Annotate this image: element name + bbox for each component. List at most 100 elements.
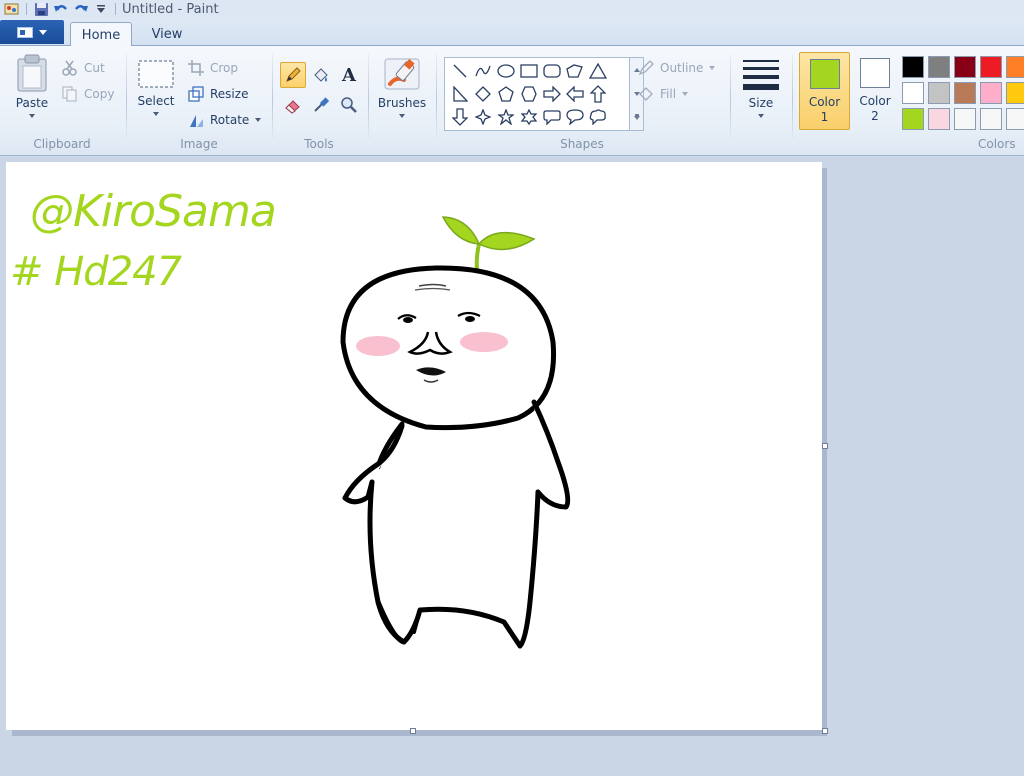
save-icon[interactable] — [31, 0, 51, 18]
up-arrow-shape[interactable] — [586, 82, 609, 105]
palette-color-swatch[interactable] — [980, 108, 1002, 130]
canvas-resize-handle-bottom[interactable] — [410, 728, 416, 734]
four-point-star-shape-icon — [474, 108, 491, 125]
text-tool-icon: A — [342, 64, 356, 86]
tools-grid: A — [280, 62, 362, 118]
palette-color-swatch[interactable] — [1006, 82, 1024, 104]
paste-icon — [17, 54, 47, 92]
palette-color-swatch[interactable] — [902, 56, 924, 78]
color-1-button[interactable]: Color 1 — [799, 52, 850, 130]
resize-button[interactable]: Resize — [188, 84, 248, 104]
eyedropper-icon — [314, 97, 330, 112]
oval-callout-shape[interactable] — [563, 105, 586, 128]
palette-color-swatch[interactable] — [928, 108, 950, 130]
rectangle-shape-icon — [519, 63, 538, 78]
canvas-resize-handle-right[interactable] — [822, 443, 828, 449]
clipboard-group: Paste Cut Copy Clipboard — [0, 50, 124, 154]
pentagon-shape-icon — [497, 85, 514, 102]
brushes-group: Brushes — [370, 50, 434, 154]
cloud-callout-shape[interactable] — [586, 105, 609, 128]
palette-color-swatch[interactable] — [902, 108, 924, 130]
curve-shape-icon — [474, 65, 491, 76]
text-tool[interactable]: A — [336, 62, 362, 88]
fill-tool[interactable] — [308, 62, 334, 88]
copy-label: Copy — [84, 87, 115, 101]
crop-button[interactable]: Crop — [188, 58, 238, 78]
line-shape[interactable] — [448, 59, 471, 82]
polygon-shape-icon — [565, 63, 583, 78]
triangle-shape[interactable] — [586, 59, 609, 82]
select-rectangle-icon — [138, 60, 174, 88]
palette-color-swatch[interactable] — [980, 56, 1002, 78]
toolbar-separator — [26, 3, 27, 15]
six-point-star-shape-icon — [520, 108, 537, 125]
right-triangle-shape-icon — [452, 85, 468, 102]
tools-group-label: Tools — [304, 137, 334, 151]
oval-shape-icon — [496, 63, 515, 78]
copy-icon — [62, 86, 77, 102]
diamond-shape[interactable] — [471, 82, 494, 105]
rotate-button[interactable]: Rotate — [188, 110, 262, 130]
canvas-resize-handle-corner[interactable] — [822, 728, 828, 734]
rectangle-shape[interactable] — [517, 59, 540, 82]
select-button[interactable]: Select — [134, 58, 178, 116]
right-arrow-shape[interactable] — [540, 82, 563, 105]
tab-home[interactable]: Home — [70, 22, 132, 47]
paste-button[interactable]: Paste — [10, 54, 54, 118]
shapes-group-label: Shapes — [560, 137, 604, 151]
pentagon-shape[interactable] — [494, 82, 517, 105]
group-separator — [126, 54, 127, 146]
pencil-tool[interactable] — [280, 62, 306, 88]
copy-button[interactable]: Copy — [62, 84, 114, 104]
ribbon-tab-strip: Home View — [0, 18, 1024, 47]
customize-toolbar-icon[interactable] — [91, 0, 111, 18]
tab-view[interactable]: View — [138, 22, 196, 47]
size-button[interactable]: Size — [738, 56, 784, 118]
palette-color-swatch[interactable] — [902, 82, 924, 104]
expand-gallery-icon[interactable] — [633, 116, 640, 120]
five-point-star-shape[interactable] — [494, 105, 517, 128]
color-picker-tool[interactable] — [308, 92, 334, 118]
rotate-label: Rotate — [210, 113, 250, 127]
undo-icon[interactable] — [51, 0, 71, 18]
drawing-canvas[interactable]: @KiroSama # Hd247 — [6, 162, 822, 730]
palette-color-swatch[interactable] — [928, 56, 950, 78]
image-group-label: Image — [180, 137, 218, 151]
palette-color-swatch[interactable] — [954, 56, 976, 78]
left-arrow-shape[interactable] — [563, 82, 586, 105]
tools-group: A Tools — [272, 50, 366, 154]
brushes-button[interactable]: Brushes — [376, 56, 428, 118]
workspace[interactable]: @KiroSama # Hd247 — [0, 157, 1024, 776]
magnifier-icon — [341, 97, 357, 113]
redo-icon[interactable] — [71, 0, 91, 18]
rounded-rectangle-shape[interactable] — [540, 59, 563, 82]
outline-button[interactable]: Outline — [638, 58, 716, 78]
palette-color-swatch[interactable] — [928, 82, 950, 104]
color-1-label: Color 1 — [808, 95, 841, 124]
magnifier-tool[interactable] — [336, 92, 362, 118]
curve-shape[interactable] — [471, 59, 494, 82]
down-arrow-shape[interactable] — [448, 105, 471, 128]
palette-color-swatch[interactable] — [980, 82, 1002, 104]
eraser-tool[interactable] — [280, 92, 306, 118]
oval-shape[interactable] — [494, 59, 517, 82]
paint-app-icon[interactable] — [2, 0, 22, 18]
line-size-icon — [743, 60, 779, 90]
fill-button[interactable]: Fill — [638, 84, 689, 104]
color-2-button[interactable]: Color 2 — [852, 52, 898, 130]
shapes-group: Outline Fill Shapes — [436, 50, 728, 154]
paint-menu-button[interactable] — [0, 20, 64, 44]
six-point-star-shape[interactable] — [517, 105, 540, 128]
cut-button[interactable]: Cut — [62, 58, 105, 78]
hexagon-shape[interactable] — [517, 82, 540, 105]
palette-color-swatch[interactable] — [954, 108, 976, 130]
palette-color-swatch[interactable] — [954, 82, 976, 104]
rounded-callout-shape[interactable] — [540, 105, 563, 128]
palette-color-swatch[interactable] — [1006, 108, 1024, 130]
right-triangle-shape[interactable] — [448, 82, 471, 105]
palette-color-swatch[interactable] — [1006, 56, 1024, 78]
four-point-star-shape[interactable] — [471, 105, 494, 128]
brush-icon — [384, 58, 420, 90]
eraser-icon — [285, 100, 300, 114]
polygon-shape[interactable] — [563, 59, 586, 82]
